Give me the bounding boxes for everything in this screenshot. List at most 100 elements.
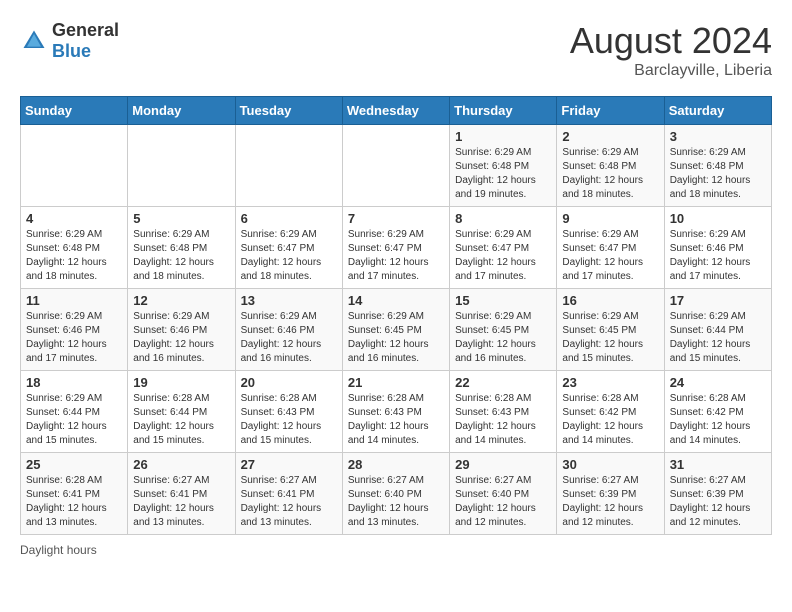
calendar-cell: 6 Sunrise: 6:29 AM Sunset: 6:47 PM Daylig… [235, 207, 342, 289]
calendar-cell [235, 125, 342, 207]
day-info: Sunrise: 6:29 AM Sunset: 6:47 PM Dayligh… [562, 228, 658, 284]
logo-general: General [52, 20, 119, 40]
calendar-week-row: 11 Sunrise: 6:29 AM Sunset: 6:46 PM Dayli… [21, 289, 772, 371]
calendar-cell: 13 Sunrise: 6:29 AM Sunset: 6:46 PM Dayli… [235, 289, 342, 371]
day-number: 11 [26, 293, 122, 308]
calendar-cell: 2 Sunrise: 6:29 AM Sunset: 6:48 PM Daylig… [557, 125, 664, 207]
day-number: 9 [562, 211, 658, 226]
day-number: 1 [455, 129, 551, 144]
calendar-cell [128, 125, 235, 207]
logo: General Blue [20, 20, 119, 62]
day-number: 18 [26, 375, 122, 390]
calendar-week-row: 18 Sunrise: 6:29 AM Sunset: 6:44 PM Dayli… [21, 371, 772, 453]
day-info: Sunrise: 6:28 AM Sunset: 6:43 PM Dayligh… [241, 392, 337, 448]
calendar-cell [342, 125, 449, 207]
day-info: Sunrise: 6:29 AM Sunset: 6:45 PM Dayligh… [562, 310, 658, 366]
calendar-header-row: SundayMondayTuesdayWednesdayThursdayFrid… [21, 97, 772, 125]
calendar-cell: 26 Sunrise: 6:27 AM Sunset: 6:41 PM Dayli… [128, 453, 235, 535]
calendar-cell: 25 Sunrise: 6:28 AM Sunset: 6:41 PM Dayli… [21, 453, 128, 535]
calendar-week-row: 25 Sunrise: 6:28 AM Sunset: 6:41 PM Dayli… [21, 453, 772, 535]
calendar-cell: 23 Sunrise: 6:28 AM Sunset: 6:42 PM Dayli… [557, 371, 664, 453]
logo-icon [20, 27, 48, 55]
calendar-table: SundayMondayTuesdayWednesdayThursdayFrid… [20, 96, 772, 535]
calendar-cell: 5Sunrise: 6:29 AM Sunset: 6:48 PM Daylig… [128, 207, 235, 289]
day-info: Sunrise: 6:29 AM Sunset: 6:48 PM Dayligh… [562, 146, 658, 202]
title-block: August 2024 Barclayville, Liberia [570, 20, 772, 80]
day-info: Sunrise: 6:29 AM Sunset: 6:48 PM Dayligh… [455, 146, 551, 202]
day-info: Sunrise: 6:27 AM Sunset: 6:40 PM Dayligh… [455, 474, 551, 530]
calendar-cell: 10 Sunrise: 6:29 AM Sunset: 6:46 PM Dayli… [664, 207, 771, 289]
day-number: 28 [348, 457, 444, 472]
day-info: Sunrise: 6:27 AM Sunset: 6:40 PM Dayligh… [348, 474, 444, 530]
day-info: Sunrise: 6:29 AM Sunset: 6:48 PM Dayligh… [26, 228, 122, 284]
footer: Daylight hours [20, 543, 772, 557]
day-info: Sunrise: 6:28 AM Sunset: 6:42 PM Dayligh… [562, 392, 658, 448]
calendar-day-header: Tuesday [235, 97, 342, 125]
day-info: Sunrise: 6:29 AM Sunset: 6:44 PM Dayligh… [26, 392, 122, 448]
day-info: Sunrise: 6:29 AM Sunset: 6:45 PM Dayligh… [455, 310, 551, 366]
daylight-label: Daylight hours [20, 543, 97, 557]
day-info: Sunrise: 6:29 AM Sunset: 6:46 PM Dayligh… [670, 228, 766, 284]
calendar-cell: 17 Sunrise: 6:29 AM Sunset: 6:44 PM Dayli… [664, 289, 771, 371]
day-number: 20 [241, 375, 337, 390]
logo-text: General Blue [52, 20, 119, 62]
day-info: Sunrise: 6:29 AM Sunset: 6:46 PM Dayligh… [241, 310, 337, 366]
calendar-cell: 8 Sunrise: 6:29 AM Sunset: 6:47 PM Daylig… [450, 207, 557, 289]
day-number: 5 [133, 211, 229, 226]
month-year-title: August 2024 [570, 20, 772, 62]
day-info: Sunrise: 6:28 AM Sunset: 6:44 PM Dayligh… [133, 392, 229, 448]
day-number: 13 [241, 293, 337, 308]
day-number: 2 [562, 129, 658, 144]
day-info: Sunrise: 6:29 AM Sunset: 6:46 PM Dayligh… [133, 310, 229, 366]
calendar-cell: 28 Sunrise: 6:27 AM Sunset: 6:40 PM Dayli… [342, 453, 449, 535]
calendar-cell: 3 Sunrise: 6:29 AM Sunset: 6:48 PM Daylig… [664, 125, 771, 207]
day-number: 21 [348, 375, 444, 390]
calendar-cell: 30Sunrise: 6:27 AM Sunset: 6:39 PM Dayli… [557, 453, 664, 535]
calendar-cell: 29 Sunrise: 6:27 AM Sunset: 6:40 PM Dayli… [450, 453, 557, 535]
day-info: Sunrise: 6:29 AM Sunset: 6:47 PM Dayligh… [455, 228, 551, 284]
day-info: Sunrise: 6:27 AM Sunset: 6:41 PM Dayligh… [241, 474, 337, 530]
day-number: 17 [670, 293, 766, 308]
day-info: Sunrise: 6:27 AM Sunset: 6:39 PM Dayligh… [670, 474, 766, 530]
day-info: Sunrise: 6:27 AM Sunset: 6:41 PM Dayligh… [133, 474, 229, 530]
calendar-day-header: Wednesday [342, 97, 449, 125]
day-number: 8 [455, 211, 551, 226]
day-number: 23 [562, 375, 658, 390]
day-number: 26 [133, 457, 229, 472]
calendar-day-header: Sunday [21, 97, 128, 125]
calendar-cell: 18 Sunrise: 6:29 AM Sunset: 6:44 PM Dayli… [21, 371, 128, 453]
day-number: 24 [670, 375, 766, 390]
day-number: 12 [133, 293, 229, 308]
day-number: 31 [670, 457, 766, 472]
calendar-cell: 27 Sunrise: 6:27 AM Sunset: 6:41 PM Dayli… [235, 453, 342, 535]
day-number: 22 [455, 375, 551, 390]
calendar-cell: 14Sunrise: 6:29 AM Sunset: 6:45 PM Dayli… [342, 289, 449, 371]
day-number: 27 [241, 457, 337, 472]
day-number: 6 [241, 211, 337, 226]
day-info: Sunrise: 6:28 AM Sunset: 6:41 PM Dayligh… [26, 474, 122, 530]
calendar-cell: 12 Sunrise: 6:29 AM Sunset: 6:46 PM Dayli… [128, 289, 235, 371]
day-info: Sunrise: 6:29 AM Sunset: 6:47 PM Dayligh… [241, 228, 337, 284]
calendar-cell: 11Sunrise: 6:29 AM Sunset: 6:46 PM Dayli… [21, 289, 128, 371]
calendar-cell: 24 Sunrise: 6:28 AM Sunset: 6:42 PM Dayli… [664, 371, 771, 453]
calendar-cell: 9 Sunrise: 6:29 AM Sunset: 6:47 PM Daylig… [557, 207, 664, 289]
day-info: Sunrise: 6:28 AM Sunset: 6:42 PM Dayligh… [670, 392, 766, 448]
calendar-day-header: Friday [557, 97, 664, 125]
day-info: Sunrise: 6:28 AM Sunset: 6:43 PM Dayligh… [455, 392, 551, 448]
day-number: 3 [670, 129, 766, 144]
day-number: 29 [455, 457, 551, 472]
day-number: 25 [26, 457, 122, 472]
day-info: Sunrise: 6:29 AM Sunset: 6:48 PM Dayligh… [670, 146, 766, 202]
location-subtitle: Barclayville, Liberia [570, 62, 772, 80]
day-number: 4 [26, 211, 122, 226]
page-header: General Blue August 2024 Barclayville, L… [20, 20, 772, 80]
day-info: Sunrise: 6:29 AM Sunset: 6:45 PM Dayligh… [348, 310, 444, 366]
day-info: Sunrise: 6:29 AM Sunset: 6:44 PM Dayligh… [670, 310, 766, 366]
calendar-day-header: Thursday [450, 97, 557, 125]
calendar-cell: 21Sunrise: 6:28 AM Sunset: 6:43 PM Dayli… [342, 371, 449, 453]
calendar-cell: 16 Sunrise: 6:29 AM Sunset: 6:45 PM Dayli… [557, 289, 664, 371]
calendar-cell: 19Sunrise: 6:28 AM Sunset: 6:44 PM Dayli… [128, 371, 235, 453]
day-number: 10 [670, 211, 766, 226]
day-number: 15 [455, 293, 551, 308]
day-number: 16 [562, 293, 658, 308]
